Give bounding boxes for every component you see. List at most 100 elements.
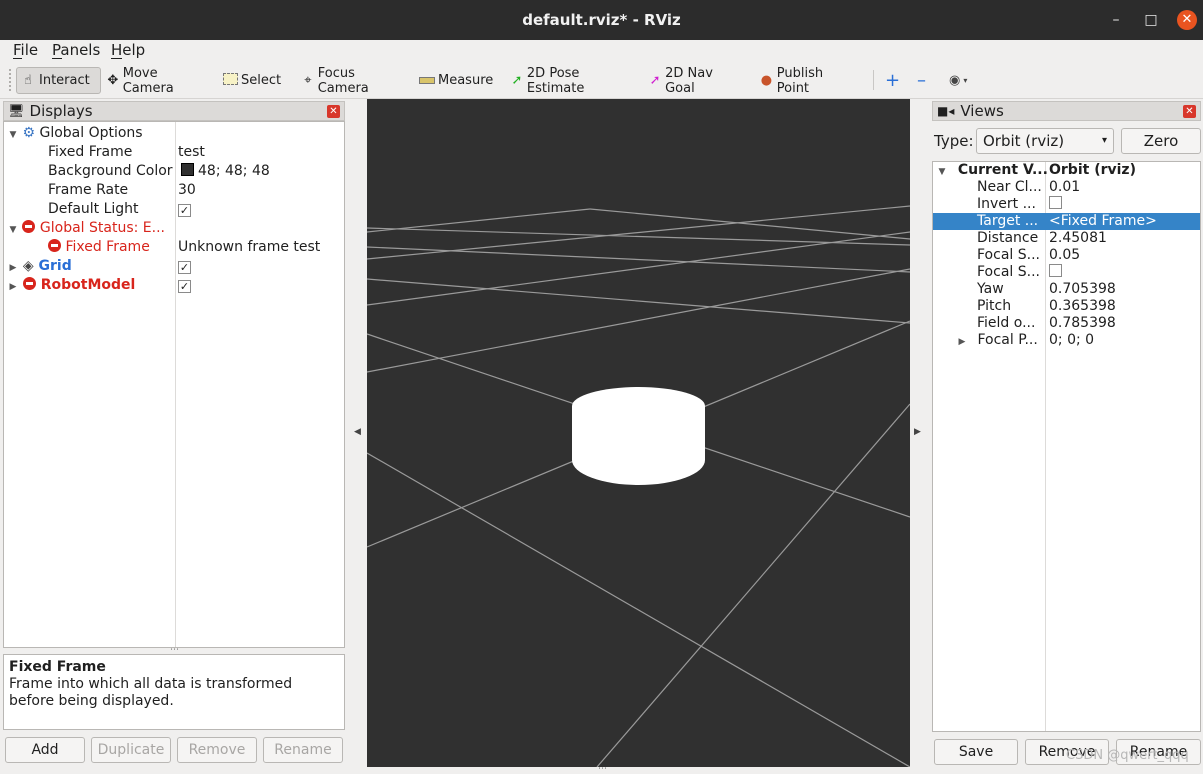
map-pin-icon: ● (760, 72, 773, 88)
checkbox-checked[interactable]: ✓ (178, 204, 191, 217)
close-icon[interactable]: ✕ (1183, 105, 1196, 118)
grid-label: Grid (38, 258, 72, 274)
robot-model-label: RobotModel (40, 277, 136, 293)
publish-point-label: Publish Point (776, 65, 824, 96)
window-title: default.rviz* - RViz (522, 11, 681, 29)
grid-line (367, 268, 910, 373)
move-camera-tool[interactable]: ✥ Move Camera (103, 65, 203, 96)
checkbox-unchecked[interactable] (1049, 196, 1062, 209)
plus-icon: + (885, 70, 901, 91)
focal-point-row[interactable]: ▶ Focal P... (957, 332, 1038, 351)
ruler-icon (419, 73, 435, 89)
global-options-row[interactable]: ▼ ⚙ Global Options (8, 124, 143, 143)
interact-tool[interactable]: ☝ Interact (16, 67, 101, 94)
watermark: CSDN @qwert_qqq (1066, 748, 1189, 763)
nav-goal-tool[interactable]: ➚ 2D Nav Goal (645, 66, 740, 96)
remove-display-button[interactable]: Remove (177, 737, 257, 763)
focal-shape-fixed-checkbox[interactable] (1049, 264, 1062, 281)
publish-point-tool[interactable]: ● Publish Point (756, 65, 856, 96)
collapse-arrow-icon: ▶ (958, 337, 966, 347)
menu-file[interactable]: File (13, 41, 38, 59)
view-type-select[interactable]: Orbit (rviz) ▾ (976, 128, 1114, 154)
expand-arrow-icon: ▼ (9, 225, 17, 235)
checkbox-checked[interactable]: ✓ (178, 261, 191, 274)
collapse-right-icon[interactable]: ▶ (914, 427, 921, 437)
focal-point-value[interactable]: 0; 0; 0 (1049, 332, 1094, 349)
invert-checkbox[interactable] (1049, 196, 1062, 213)
zero-button[interactable]: Zero (1121, 128, 1201, 154)
minus-icon: – (917, 70, 926, 91)
target-frame-value[interactable]: <Fixed Frame> (1049, 213, 1157, 230)
status-fixed-frame-value: Unknown frame test (178, 239, 321, 255)
default-light-label: Default Light (48, 201, 139, 217)
background-color-value[interactable]: 48; 48; 48 (181, 162, 270, 181)
interact-label: Interact (39, 73, 90, 88)
column-divider (175, 122, 176, 647)
minimize-button[interactable]: – (1105, 10, 1127, 30)
menu-file-mnemonic (13, 58, 22, 59)
displays-panel-header: 🖥 Displays ✕ (3, 101, 345, 121)
near-clip-value[interactable]: 0.01 (1049, 179, 1080, 196)
menu-panels[interactable]: Panels (52, 41, 100, 59)
robot-model-checkbox[interactable]: ✓ (178, 276, 191, 295)
render-viewport[interactable] (367, 99, 910, 767)
pitch-value[interactable]: 0.365398 (1049, 298, 1116, 315)
collapse-left-icon[interactable]: ◀ (354, 427, 361, 437)
save-view-button[interactable]: Save (934, 739, 1018, 765)
close-icon[interactable]: ✕ (327, 105, 340, 118)
menu-panels-mnemonic (52, 58, 62, 59)
close-button[interactable]: ✕ (1177, 10, 1197, 30)
grid-row[interactable]: ▶ ◈ Grid (8, 257, 72, 276)
robot-model-row[interactable]: ▶ RobotModel (8, 276, 135, 295)
add-button[interactable]: Add (5, 737, 85, 763)
collapse-arrow-icon: ▶ (9, 282, 17, 292)
distance-value[interactable]: 2.45081 (1049, 230, 1107, 247)
panels-visibility-button[interactable]: ◉ ▾ (946, 67, 976, 94)
default-light-checkbox[interactable]: ✓ (178, 200, 191, 219)
field-of-view-value[interactable]: 0.785398 (1049, 315, 1116, 332)
select-label: Select (241, 73, 282, 88)
camera-icon: ■◂ (937, 104, 955, 118)
status-fixed-frame-row[interactable]: Fixed Frame (48, 238, 150, 257)
green-arrow-icon: ➚ (511, 72, 523, 88)
error-icon (48, 239, 61, 252)
checkbox-checked[interactable]: ✓ (178, 280, 191, 293)
magenta-arrow-icon: ➚ (649, 72, 661, 88)
dropdown-arrow-icon: ▾ (1101, 135, 1107, 146)
bottom-grip[interactable]: ⋯ (598, 764, 607, 774)
error-icon (22, 277, 36, 290)
rename-display-button[interactable]: Rename (263, 737, 343, 763)
description-title: Fixed Frame (9, 659, 106, 675)
select-tool[interactable]: Select (220, 67, 282, 94)
remove-tool-button[interactable]: – (914, 67, 936, 94)
views-title: Views (960, 102, 1004, 120)
grid-checkbox[interactable]: ✓ (178, 257, 191, 276)
checkbox-unchecked[interactable] (1049, 264, 1062, 277)
current-view-value: Orbit (rviz) (1049, 162, 1136, 178)
pose-estimate-tool[interactable]: ➚ 2D Pose Estimate (507, 66, 629, 96)
window-titlebar: default.rviz* - RViz – □ ✕ (0, 0, 1203, 40)
frame-rate-value[interactable]: 30 (178, 181, 196, 200)
current-view-row[interactable]: ▼ Current V... (937, 162, 1048, 179)
move-camera-label: Move Camera (122, 65, 174, 96)
menu-help[interactable]: Help (111, 41, 145, 59)
description-body: Frame into which all data is transformed… (9, 676, 293, 709)
grid-icon: ◈ (22, 258, 34, 274)
select-box-icon (223, 72, 238, 89)
focus-camera-tool[interactable]: ⌖ Focus Camera (298, 66, 400, 96)
chevron-down-icon: ▾ (963, 76, 968, 85)
global-options-label: Global Options (39, 125, 143, 141)
column-divider (1045, 162, 1046, 731)
focal-shape-size-value[interactable]: 0.05 (1049, 247, 1080, 264)
grid-line (367, 278, 910, 324)
maximize-button[interactable]: □ (1140, 10, 1162, 30)
measure-tool[interactable]: Measure (416, 67, 494, 94)
yaw-value[interactable]: 0.705398 (1049, 281, 1116, 298)
duplicate-button[interactable]: Duplicate (91, 737, 171, 763)
measure-label: Measure (438, 73, 494, 88)
global-status-row[interactable]: ▼ Global Status: E... (8, 219, 165, 238)
add-tool-button[interactable]: + (882, 67, 904, 94)
gear-icon: ⚙ (22, 125, 36, 141)
grid-line (589, 208, 910, 240)
fixed-frame-value[interactable]: test (178, 143, 205, 162)
